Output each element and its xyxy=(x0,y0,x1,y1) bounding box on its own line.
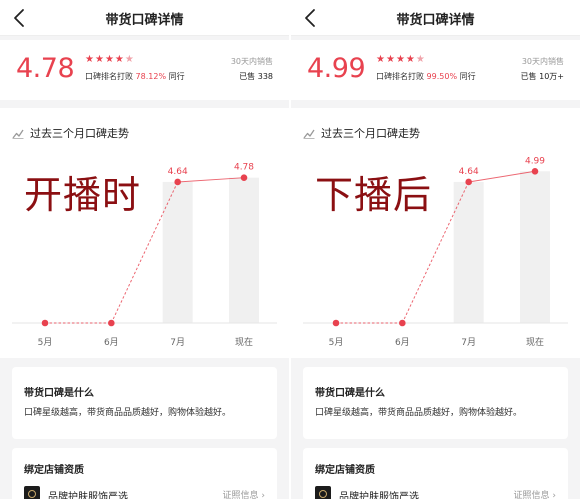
page-title: 带货口碑详情 xyxy=(396,13,475,28)
chart-tick-label: 7月 xyxy=(170,337,185,348)
star-icon: ★ xyxy=(405,54,416,65)
sales-label: 30天内销售 xyxy=(521,57,564,66)
chart-point xyxy=(465,178,472,186)
chart-point xyxy=(531,168,539,175)
sales-value: 已售 10万+ xyxy=(520,72,564,81)
star-icon: ★ xyxy=(114,54,125,65)
score-card: 4.78 ★★★★★ 口碑排名打败 78.12% 同行 30天内销售 已售 33… xyxy=(0,40,289,100)
star-icon: ★ xyxy=(104,54,115,65)
star-icon: ★ xyxy=(85,54,95,65)
store-logo xyxy=(24,486,40,499)
trend-header: 过去三个月口碑走势 xyxy=(303,125,420,141)
star-rating: ★★★★★ xyxy=(376,54,426,65)
chart-point xyxy=(41,319,49,327)
rank-beat-percent: 78.12% xyxy=(135,72,167,81)
trend-chart-icon xyxy=(12,129,24,139)
page-title: 带货口碑详情 xyxy=(105,13,184,28)
star-icon: ★ xyxy=(124,54,135,65)
detail-screen: 带货口碑详情 4.78 ★★★★★ 口碑排名打败 78.12% 同行 30天内销… xyxy=(0,0,289,499)
rank-beat-prefix: 口碑排名打败 xyxy=(376,72,424,81)
chart-point xyxy=(399,319,406,327)
rank-beat-percent: 99.50% xyxy=(426,72,458,81)
rank-beat-suffix: 同行 xyxy=(459,72,476,81)
trend-card: 5月 6月 4.64 7月 4.78 现在 过去三个月口碑走势 开播时 xyxy=(0,108,289,358)
top-bar: 带货口碑详情 xyxy=(291,0,580,36)
chart-tick-label: 7月 xyxy=(461,337,476,348)
info-text: 口碑星级越高，带货商品品质越好，购物体验越好。 xyxy=(315,408,523,418)
store-card[interactable]: 绑定店铺资质 品牌护肤服饰严选 证照信息 › xyxy=(12,448,277,499)
store-title: 绑定店铺资质 xyxy=(315,465,375,476)
store-card[interactable]: 绑定店铺资质 品牌护肤服饰严选 证照信息 › xyxy=(303,448,568,499)
sales-value: 已售 338 xyxy=(239,72,273,81)
chart-point xyxy=(108,319,115,327)
chart-tick-label: 6月 xyxy=(395,337,410,348)
trend-chart-icon xyxy=(303,129,315,139)
overlay-caption: 下播后 xyxy=(315,173,433,217)
store-title: 绑定店铺资质 xyxy=(24,465,84,476)
trend-chart: 5月 6月 4.64 7月 4.99 现在 xyxy=(303,156,568,348)
star-icon: ★ xyxy=(395,54,406,65)
detail-screen: 带货口碑详情 4.99 ★★★★★ 口碑排名打败 99.50% 同行 30天内销… xyxy=(291,0,580,499)
chart-bar xyxy=(520,171,550,323)
chart-data-label: 4.64 xyxy=(459,167,479,177)
trend-chart: 5月 6月 4.64 7月 4.78 现在 xyxy=(12,163,277,348)
chart-bar xyxy=(229,177,259,323)
chart-data-label: 4.99 xyxy=(525,156,545,166)
license-info-link[interactable]: 证照信息 › xyxy=(223,488,265,499)
top-bar: 带货口碑详情 xyxy=(0,0,289,36)
rank-beat-prefix: 口碑排名打败 xyxy=(85,72,133,81)
star-icon: ★ xyxy=(376,54,386,65)
chart-tick-label: 现在 xyxy=(235,336,253,348)
store-logo xyxy=(315,486,331,499)
chart-point xyxy=(174,178,181,186)
chart-tick-label: 5月 xyxy=(38,337,53,348)
license-info-link[interactable]: 证照信息 › xyxy=(514,488,556,499)
info-title: 带货口碑是什么 xyxy=(24,388,94,399)
info-card: 带货口碑是什么 口碑星级越高，带货商品品质越好，购物体验越好。 xyxy=(12,367,277,439)
trend-title: 过去三个月口碑走势 xyxy=(321,127,420,140)
info-text: 口碑星级越高，带货商品品质越好，购物体验越好。 xyxy=(24,408,232,418)
store-name: 品牌护肤服饰严选 xyxy=(48,492,128,499)
chart-data-label: 4.64 xyxy=(168,167,188,177)
star-icon: ★ xyxy=(385,54,396,65)
score-card: 4.99 ★★★★★ 口碑排名打败 99.50% 同行 30天内销售 已售 10… xyxy=(291,40,580,100)
chart-tick-label: 现在 xyxy=(526,336,544,348)
info-title: 带货口碑是什么 xyxy=(315,388,385,399)
chart-point xyxy=(240,174,248,181)
reputation-score: 4.99 xyxy=(307,53,366,84)
rank-beat-suffix: 同行 xyxy=(168,72,185,81)
star-icon: ★ xyxy=(415,54,426,65)
trend-header: 过去三个月口碑走势 xyxy=(12,125,129,141)
sales-label: 30天内销售 xyxy=(230,57,273,66)
info-card: 带货口碑是什么 口碑星级越高，带货商品品质越好，购物体验越好。 xyxy=(303,367,568,439)
star-rating: ★★★★★ xyxy=(85,54,135,65)
chart-tick-label: 5月 xyxy=(329,337,344,348)
reputation-score: 4.78 xyxy=(16,53,75,84)
trend-title: 过去三个月口碑走势 xyxy=(30,127,129,140)
chart-data-label: 4.78 xyxy=(234,163,254,173)
rank-beat-text: 口碑排名打败 99.50% 同行 xyxy=(376,71,476,82)
store-name: 品牌护肤服饰严选 xyxy=(339,492,419,499)
star-icon: ★ xyxy=(94,54,105,65)
overlay-caption: 开播时 xyxy=(24,173,142,217)
chart-tick-label: 6月 xyxy=(104,337,119,348)
rank-beat-text: 口碑排名打败 78.12% 同行 xyxy=(85,71,185,82)
trend-card: 5月 6月 4.64 7月 4.99 现在 过去三个月口碑走势 下播后 xyxy=(291,108,580,358)
chart-point xyxy=(332,319,340,327)
